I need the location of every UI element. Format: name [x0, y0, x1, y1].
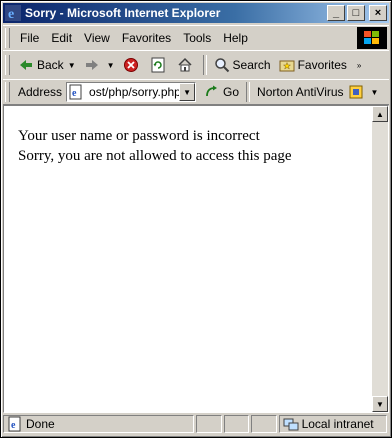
svg-text:e: e — [72, 88, 77, 99]
go-label: Go — [223, 85, 240, 99]
status-pane-4 — [251, 415, 277, 433]
norton-dropdown-icon[interactable]: ▼ — [371, 88, 379, 97]
status-pane-3 — [223, 415, 250, 433]
address-value: ost/php/sorry.php — [89, 85, 180, 99]
toolbar-overflow-icon[interactable]: » — [357, 61, 361, 70]
menu-file[interactable]: File — [14, 29, 45, 47]
address-dropdown-icon[interactable]: ▼ — [179, 83, 196, 101]
scroll-up-button[interactable]: ▲ — [372, 106, 388, 122]
stop-icon — [123, 58, 138, 72]
search-label: Search — [232, 58, 271, 72]
menu-bar: File Edit View Favorites Tools Help — [3, 25, 389, 51]
ie-logo-icon: e — [5, 5, 21, 21]
close-button[interactable]: × — [369, 5, 387, 21]
toolbar-separator — [202, 55, 207, 75]
search-icon — [214, 58, 229, 73]
home-icon — [178, 57, 192, 72]
title-bar[interactable]: e Sorry - Microsoft Internet Explorer _ … — [3, 3, 389, 23]
page-body: Your user name or password is incorrect … — [18, 126, 292, 166]
svg-text:e: e — [8, 7, 14, 21]
windows-logo-icon — [357, 27, 387, 49]
norton-antivirus-button[interactable]: Norton AntiVirus — [253, 81, 348, 103]
status-bar: e Done Local intranet — [3, 413, 389, 435]
favorites-label: Favorites — [297, 58, 347, 72]
refresh-icon — [151, 57, 165, 73]
search-button[interactable]: Search — [210, 54, 275, 76]
status-pane-2 — [196, 415, 222, 433]
forward-dropdown-icon[interactable]: ▼ — [107, 61, 115, 70]
error-message-line2: Sorry, you are not allowed to access thi… — [18, 148, 292, 164]
back-button[interactable]: Back ▼ — [14, 54, 80, 76]
menu-tools[interactable]: Tools — [177, 29, 217, 47]
local-intranet-icon — [283, 418, 299, 431]
go-arrow-icon — [206, 85, 218, 97]
back-dropdown-icon[interactable]: ▼ — [68, 61, 76, 70]
refresh-button[interactable] — [146, 54, 173, 76]
menu-favorites[interactable]: Favorites — [116, 29, 177, 47]
go-button[interactable]: Go — [200, 81, 243, 103]
svg-text:e: e — [11, 420, 16, 431]
window-controls: _ □ × — [327, 5, 387, 21]
home-button[interactable] — [173, 54, 200, 76]
browser-window: e Sorry - Microsoft Internet Explorer _ … — [0, 0, 392, 438]
vertical-scrollbar[interactable]: ▲ ▼ — [372, 106, 388, 412]
forward-button[interactable]: ▼ — [80, 54, 119, 76]
page-done-icon: e — [8, 416, 21, 432]
address-input[interactable]: e ost/php/sorry.php ▼ — [66, 82, 197, 102]
status-pane-main: e Done — [3, 415, 195, 433]
standard-toolbar: Back ▼ ▼ Search Favorites » — [3, 50, 389, 80]
norton-shield-icon[interactable] — [348, 84, 364, 100]
window-title: Sorry - Microsoft Internet Explorer — [25, 6, 221, 20]
back-label: Back — [37, 58, 64, 72]
favorites-button[interactable]: Favorites — [275, 54, 351, 76]
favorites-folder-icon — [279, 60, 295, 72]
menu-help[interactable]: Help — [217, 29, 254, 47]
page-content-area[interactable]: Your user name or password is incorrect … — [3, 105, 389, 413]
menu-edit[interactable]: Edit — [45, 29, 78, 47]
back-arrow-icon — [20, 60, 32, 70]
page-icon: e — [69, 84, 82, 100]
status-text: Done — [26, 417, 55, 431]
maximize-button[interactable]: □ — [347, 5, 365, 21]
error-message-line1: Your user name or password is incorrect — [18, 128, 260, 144]
toolbar-grip[interactable] — [5, 55, 10, 75]
scroll-down-button[interactable]: ▼ — [372, 396, 388, 412]
address-label: Address — [18, 85, 63, 99]
status-pane-zone: Local intranet — [278, 415, 387, 433]
zone-text: Local intranet — [301, 417, 374, 431]
menu-grip[interactable] — [5, 28, 10, 48]
forward-arrow-icon — [85, 60, 98, 70]
address-separator — [246, 82, 251, 102]
stop-button[interactable] — [119, 54, 146, 76]
address-grip[interactable] — [5, 82, 10, 102]
minimize-button[interactable]: _ — [327, 5, 345, 21]
menu-view[interactable]: View — [78, 29, 116, 47]
address-bar: Address e ost/php/sorry.php ▼ Go Norton … — [3, 79, 389, 105]
